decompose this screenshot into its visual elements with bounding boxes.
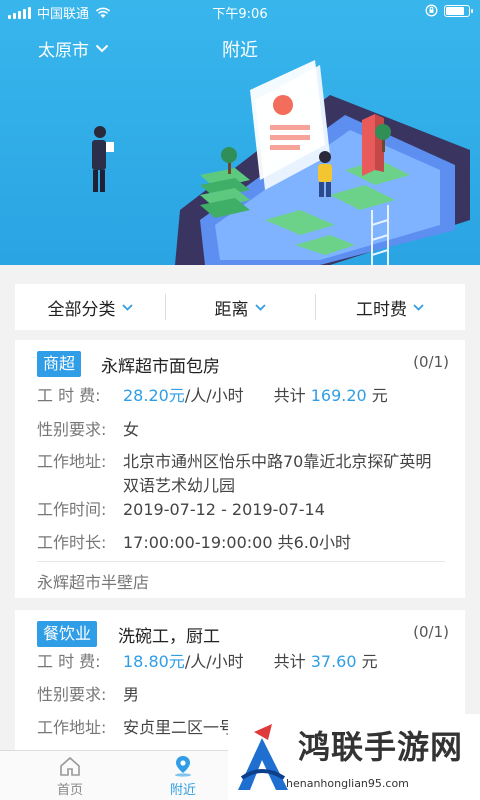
fee-row: 工 时 费: 18.80元/人/小时 共计 37.60 元 <box>37 650 378 674</box>
filter-distance-label: 距离 <box>214 299 249 320</box>
gender-value: 女 <box>123 420 140 439</box>
address-label: 工作地址: <box>37 452 107 471</box>
gender-label: 性别要求: <box>37 420 107 439</box>
job-title: 永辉超市面包房 <box>101 357 220 377</box>
filter-bar: 全部分类 距离 工时费 <box>15 284 465 330</box>
fee-rate: 28.20元 <box>123 386 185 405</box>
fee-row: 工 时 费: 28.20元/人/小时 共计 169.20 元 <box>37 384 388 408</box>
status-time: 下午9:06 <box>212 7 268 22</box>
total-value: 169.20 <box>310 386 367 405</box>
store-name: 永辉超市半壁店 <box>37 573 150 592</box>
header-banner: 中国联通 下午9:06 太原市 附近 <box>0 0 480 265</box>
gender-row: 性别要求: 男 <box>37 683 139 707</box>
nav-bar: 太原市 附近 <box>0 30 480 64</box>
filter-distance[interactable]: 距离 <box>165 284 315 330</box>
watermark: 鸿联手游网 henanhonglian95.com <box>228 714 480 800</box>
fee-label: 工 时 费: <box>37 386 101 405</box>
tab-home[interactable]: 首页 <box>40 755 100 798</box>
orientation-lock-icon <box>425 4 438 17</box>
fee-rate: 18.80元 <box>123 652 185 671</box>
gender-value: 男 <box>123 685 140 704</box>
status-bar: 中国联通 下午9:06 <box>0 0 480 24</box>
tab-nearby-label: 附近 <box>169 783 196 798</box>
filter-fee-label: 工时费 <box>356 299 407 320</box>
filter-fee[interactable]: 工时费 <box>315 284 465 330</box>
battery-icon <box>444 4 473 17</box>
gender-row: 性别要求: 女 <box>37 418 139 442</box>
category-badge: 餐饮业 <box>37 621 98 647</box>
total-label: 共计 <box>273 652 306 671</box>
category-badge: 商超 <box>37 351 82 377</box>
job-card[interactable]: 商超 永辉超市面包房 (0/1) 工 时 费: 28.20元/人/小时 共计 169… <box>15 340 465 598</box>
chevron-down-icon <box>254 303 266 311</box>
fee-unit: /人/小时 <box>184 652 244 671</box>
filter-category-label: 全部分类 <box>47 299 116 320</box>
date-row: 工作时间: 2019-07-12 - 2019-07-14 <box>37 498 325 522</box>
filter-category[interactable]: 全部分类 <box>15 284 165 330</box>
chevron-down-icon <box>413 303 424 311</box>
tab-home-label: 首页 <box>56 783 83 798</box>
gender-label: 性别要求: <box>37 685 107 704</box>
address-row: 工作地址: 北京市通州区怡乐中路70靠近北京探矿英明双语艺术幼儿园 <box>37 450 443 498</box>
date-label: 工作时间: <box>37 500 107 519</box>
tab-nearby[interactable]: 附近 <box>153 755 213 798</box>
job-slots: (0/1) <box>413 623 449 641</box>
total-value: 37.60 <box>310 652 357 671</box>
home-icon <box>60 756 80 776</box>
address-value: 北京市通州区怡乐中路70靠近北京探矿英明双语艺术幼儿园 <box>123 452 432 495</box>
duration-row: 工作时长: 17:00:00-19:00:00 共6.0小时 <box>37 531 351 555</box>
job-slots: (0/1) <box>413 353 449 371</box>
watermark-logo <box>232 720 294 794</box>
watermark-url: henanhonglian95.com <box>286 777 409 790</box>
address-label: 工作地址: <box>37 718 107 737</box>
divider <box>37 561 445 562</box>
job-title: 洗碗工，厨工 <box>118 627 220 647</box>
location-pin-icon <box>175 756 191 777</box>
total-unit: 元 <box>371 386 388 405</box>
total-unit: 元 <box>361 652 378 671</box>
date-value: 2019-07-12 - 2019-07-14 <box>123 500 325 519</box>
duration-label: 工作时长: <box>37 533 107 552</box>
chevron-down-icon <box>121 303 133 311</box>
total-label: 共计 <box>273 386 306 405</box>
watermark-title: 鸿联手游网 <box>298 728 464 766</box>
fee-label: 工 时 费: <box>37 652 101 671</box>
page-title: 附近 <box>222 40 258 61</box>
banner-illustration <box>92 60 470 265</box>
duration-value: 17:00:00-19:00:00 共6.0小时 <box>123 533 352 552</box>
fee-unit: /人/小时 <box>184 386 244 405</box>
